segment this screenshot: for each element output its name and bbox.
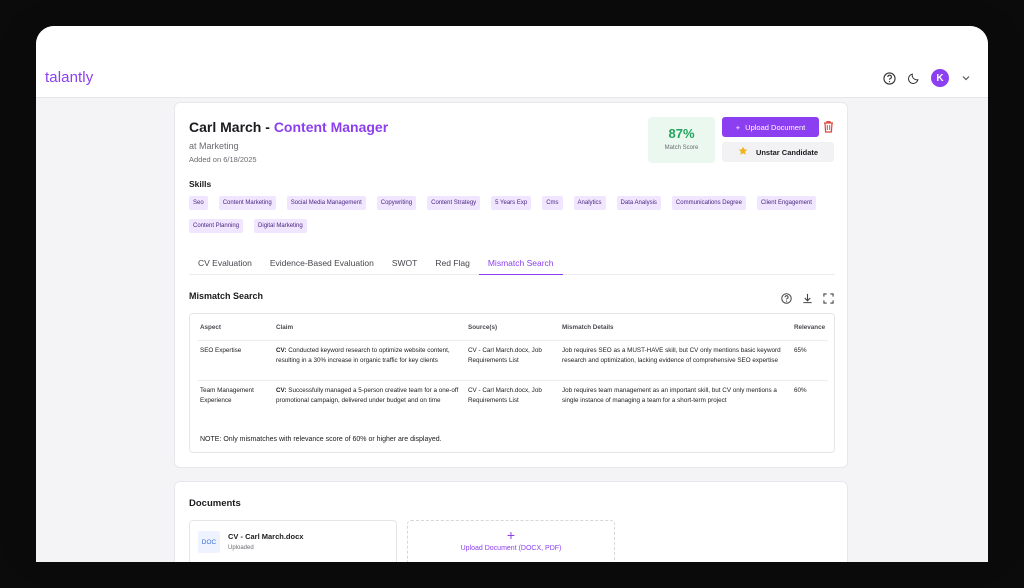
- candidate-department: at Marketing: [189, 141, 239, 151]
- skill-chip: 5 Years Exp: [491, 196, 532, 210]
- help-icon[interactable]: [781, 291, 792, 304]
- upload-document-label: Upload Document: [745, 122, 806, 132]
- tab-mismatch-search[interactable]: Mismatch Search: [478, 255, 563, 275]
- plus-icon: +: [506, 527, 516, 543]
- skill-chip: Communications Degree: [671, 196, 746, 210]
- top-bar: talantly K: [36, 26, 988, 98]
- mismatch-section-title: Mismatch Search: [189, 291, 264, 301]
- document-item[interactable]: DOC CV - Carl March.docx Uploaded: [189, 520, 397, 562]
- plus-icon: +: [735, 122, 741, 132]
- skill-chip: Digital Marketing: [254, 219, 307, 233]
- skill-chip: Analytics: [573, 196, 606, 210]
- cell-mismatch-details: Job requires team management as an impor…: [562, 387, 777, 404]
- skill-chip: Social Media Management: [286, 196, 366, 210]
- unstar-candidate-button[interactable]: Unstar Candidate: [722, 142, 834, 162]
- cell-relevance: 60%: [794, 387, 807, 394]
- col-header-relevance: Relevance: [794, 324, 826, 331]
- skill-chip: Data Analysis: [616, 196, 661, 210]
- candidate-card: Carl March - Content Manager at Marketin…: [174, 102, 848, 468]
- cell-aspect: SEO Expertise: [200, 347, 242, 354]
- skill-chip: Content Planning: [189, 219, 244, 233]
- candidate-added-date: Added on 6/18/2025: [189, 155, 257, 164]
- tab-red-flag[interactable]: Red Flag: [426, 255, 479, 275]
- top-bar-actions: K: [881, 69, 974, 87]
- col-header-sources: Source(s): [468, 324, 498, 331]
- match-score-value: 87%: [668, 126, 695, 141]
- document-status: Uploaded: [228, 545, 254, 551]
- tab-swot[interactable]: SWOT: [383, 255, 427, 275]
- skill-chip: Content Strategy: [427, 196, 481, 210]
- match-score-box: 87% Match Score: [648, 117, 715, 163]
- device-frame: talantly K Carl March - Content Manager …: [0, 0, 1024, 588]
- skill-chip: Client Engagement: [756, 196, 816, 210]
- col-header-mismatch-details: Mismatch Details: [562, 324, 614, 331]
- document-name: CV - Carl March.docx: [228, 532, 304, 541]
- tab-evidence-based-evaluation[interactable]: Evidence-Based Evaluation: [261, 255, 383, 275]
- mismatch-note: NOTE: Only mismatches with relevance sco…: [200, 436, 442, 443]
- avatar[interactable]: K: [931, 69, 949, 87]
- candidate-heading: Carl March - Content Manager: [189, 119, 388, 135]
- cell-mismatch-details: Job requires SEO as a MUST-HAVE skill, b…: [562, 347, 781, 364]
- cell-claim: CV: Successfully managed a 5-person crea…: [276, 387, 459, 404]
- match-score-label: Match Score: [664, 145, 699, 151]
- col-header-aspect: Aspect: [200, 324, 221, 331]
- help-icon[interactable]: [881, 70, 897, 86]
- expand-icon[interactable]: [823, 291, 834, 304]
- tab-cv-evaluation[interactable]: CV Evaluation: [189, 255, 261, 275]
- evaluation-tabs: CV Evaluation Evidence-Based Evaluation …: [189, 255, 835, 275]
- cell-relevance: 65%: [794, 347, 807, 354]
- documents-card: Documents DOC CV - Carl March.docx Uploa…: [174, 481, 848, 562]
- brand-logo[interactable]: talantly: [45, 69, 93, 86]
- download-icon[interactable]: [802, 291, 813, 304]
- candidate-role: Content Manager: [273, 119, 389, 135]
- chevron-down-icon[interactable]: [958, 70, 974, 86]
- app-screen: talantly K Carl March - Content Manager …: [36, 26, 988, 562]
- dark-mode-icon[interactable]: [906, 70, 922, 86]
- upload-document-button[interactable]: + Upload Document: [722, 117, 819, 137]
- section-actions: [781, 291, 834, 304]
- doc-file-icon: DOC: [198, 531, 220, 553]
- skills-title: Skills: [189, 179, 212, 189]
- star-icon: [738, 146, 748, 158]
- col-header-claim: Claim: [276, 324, 294, 331]
- row-divider: [198, 380, 828, 381]
- skill-chip: Seo: [189, 196, 208, 210]
- trash-icon[interactable]: [823, 120, 835, 134]
- skill-chip: Copywriting: [376, 196, 417, 210]
- cell-sources: CV - Carl March.docx, Job Requirements L…: [468, 387, 542, 404]
- upload-dropzone-label: Upload Document (DOCX, PDF): [460, 545, 562, 552]
- mismatch-table: Aspect Claim Source(s) Mismatch Details …: [189, 313, 835, 453]
- skill-chip: Cms: [542, 196, 563, 210]
- unstar-candidate-label: Unstar Candidate: [755, 147, 819, 157]
- candidate-name: Carl March: [189, 119, 262, 135]
- cell-claim: CV: Conducted keyword research to optimi…: [276, 347, 450, 364]
- heading-separator: -: [261, 119, 274, 135]
- row-divider: [198, 340, 828, 341]
- cell-sources: CV - Carl March.docx, Job Requirements L…: [468, 347, 542, 364]
- documents-title: Documents: [189, 498, 241, 509]
- skill-chip: Content Marketing: [218, 196, 276, 210]
- upload-document-dropzone[interactable]: + Upload Document (DOCX, PDF): [407, 520, 615, 562]
- skills-list: Seo Content Marketing Social Media Manag…: [189, 196, 829, 233]
- cell-aspect: Team Management Experience: [200, 387, 254, 404]
